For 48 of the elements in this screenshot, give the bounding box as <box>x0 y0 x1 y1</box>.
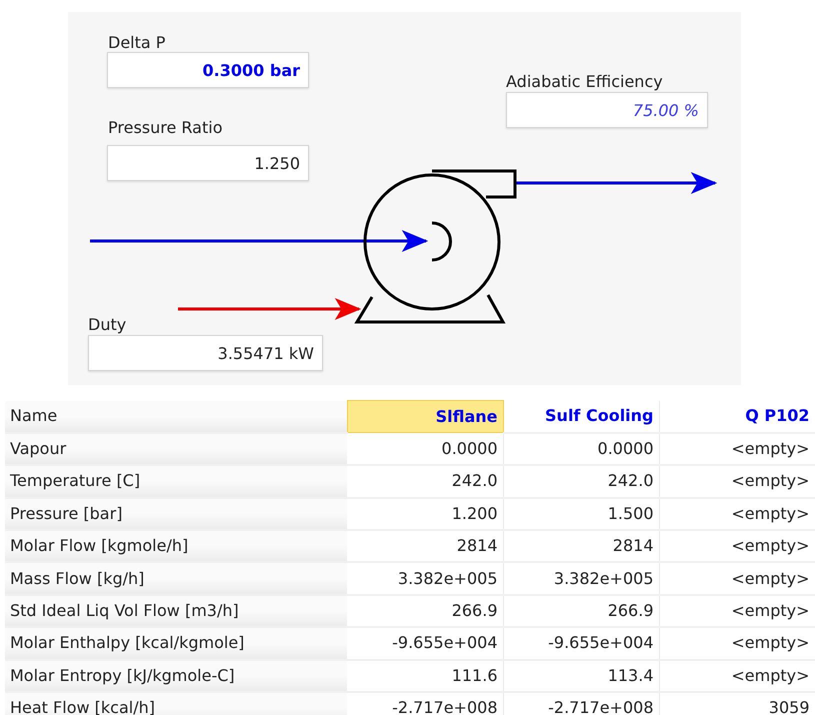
table-cell: -9.655e+004 <box>347 627 503 660</box>
input-field[interactable]: 3.55471 kW <box>88 335 323 371</box>
field-label: Pressure Ratio <box>108 118 222 138</box>
table-cell: -9.655e+004 <box>503 627 659 660</box>
table-cell: 113.4 <box>503 660 659 692</box>
row-label: Mass Flow [kg/h] <box>5 562 347 595</box>
column-header[interactable]: Q P102 <box>659 400 815 433</box>
table-cell: -2.717e+008 <box>347 692 503 715</box>
input-field[interactable]: 75.00 % <box>506 92 708 128</box>
table-cell: <empty> <box>659 498 815 530</box>
row-label: Vapour <box>5 432 347 466</box>
table-cell: <empty> <box>659 530 815 562</box>
row-label: Molar Flow [kgmole/h] <box>5 530 347 562</box>
table-cell: <empty> <box>659 432 815 466</box>
field-label: Adiabatic Efficiency <box>506 72 663 92</box>
table-cell: 3059 <box>659 692 815 715</box>
table-cell: 1.200 <box>347 498 503 530</box>
row-label: Heat Flow [kcal/h] <box>5 692 347 715</box>
table-cell: 0.0000 <box>347 432 503 466</box>
table-cell: 242.0 <box>347 465 503 498</box>
table-cell: 242.0 <box>503 465 659 498</box>
table-cell: 2814 <box>503 530 659 562</box>
table-cell: 0.0000 <box>503 432 659 466</box>
table-cell: 3.382e+005 <box>347 562 503 595</box>
table-cell: <empty> <box>659 594 815 628</box>
row-label: Molar Enthalpy [kcal/kgmole] <box>5 627 347 660</box>
input-field[interactable]: 0.3000 bar <box>107 52 309 88</box>
table-cell: -2.717e+008 <box>503 692 659 715</box>
table-cell: <empty> <box>659 627 815 660</box>
input-field[interactable]: 1.250 <box>107 145 309 181</box>
table-cell: 266.9 <box>347 594 503 628</box>
table-cell: <empty> <box>659 562 815 595</box>
column-header[interactable]: Name <box>5 400 347 433</box>
field-label: Delta P <box>108 33 166 53</box>
table-cell: 266.9 <box>503 594 659 628</box>
row-label: Std Ideal Liq Vol Flow [m3/h] <box>5 594 347 628</box>
column-header[interactable]: Slflane <box>347 400 503 433</box>
column-header[interactable]: Sulf Cooling <box>503 400 659 433</box>
table-cell: 111.6 <box>347 660 503 692</box>
table-cell: 2814 <box>347 530 503 562</box>
row-label: Molar Entropy [kJ/kgmole-C] <box>5 660 347 692</box>
table-cell: <empty> <box>659 465 815 498</box>
table-cell: <empty> <box>659 660 815 692</box>
table-cell: 1.500 <box>503 498 659 530</box>
table-cell: 3.382e+005 <box>503 562 659 595</box>
row-label: Temperature [C] <box>5 465 347 498</box>
row-label: Pressure [bar] <box>5 498 347 530</box>
field-label: Duty <box>88 315 126 335</box>
